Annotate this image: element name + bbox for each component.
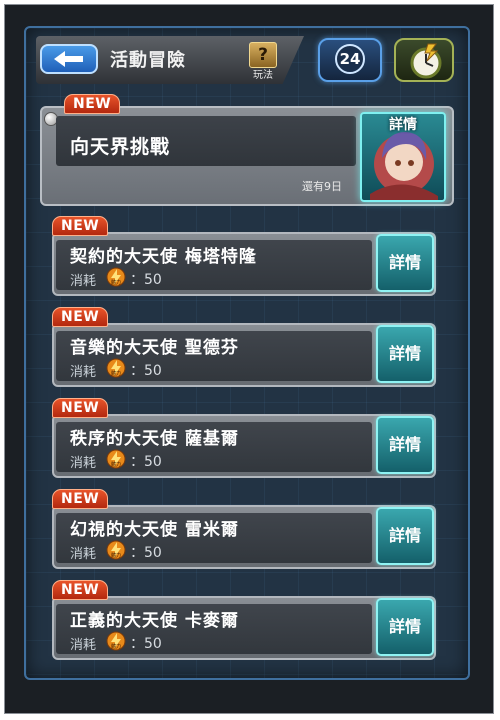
cost-label: 消耗	[70, 638, 97, 653]
cost-value: ：50	[130, 636, 162, 652]
quest-name: 秩序的大天使 薩基爾	[70, 429, 239, 449]
svg-text:體力: 體力	[111, 279, 121, 286]
quest-name: 正義的大天使 卡麥爾	[70, 611, 239, 631]
featured-event-name: 向天界挑戰	[70, 136, 171, 158]
stamina-count: 24	[335, 44, 365, 74]
cost-label: 消耗	[70, 365, 97, 380]
new-badge: NEW	[52, 307, 109, 327]
new-badge: NEW	[64, 94, 121, 114]
new-badge: NEW	[52, 489, 109, 509]
remaining-days: 還有9日	[302, 180, 342, 193]
featured-detail-label: 詳情	[389, 117, 417, 133]
quest-card[interactable]: NEW 契約的大天使 梅塔特隆 消耗 體力 ：50 詳情	[48, 216, 444, 298]
clock-icon	[410, 43, 442, 79]
svg-text:體力: 體力	[111, 552, 121, 559]
detail-button[interactable]: 詳情	[376, 416, 434, 474]
svg-text:體力: 體力	[111, 370, 121, 377]
cost-label: 消耗	[70, 547, 97, 562]
stamina-icon: 體力	[106, 631, 126, 651]
quest-card[interactable]: NEW 音樂的大天使 聖德芬 消耗 體力 ：50 詳情	[48, 307, 444, 389]
cost-value: ：50	[130, 454, 162, 470]
detail-button[interactable]: 詳情	[376, 325, 434, 383]
quest-card[interactable]: NEW 幻視的大天使 雷米爾 消耗 體力 ：50 詳情	[48, 489, 444, 571]
stamina-icon: 體力	[106, 540, 126, 560]
rules-button[interactable]: ? 玩法	[246, 42, 280, 81]
quest-name: 契約的大天使 梅塔特隆	[70, 247, 257, 267]
new-badge: NEW	[52, 580, 109, 600]
new-badge: NEW	[52, 216, 109, 236]
back-button[interactable]	[40, 44, 98, 74]
rules-label: 玩法	[253, 70, 273, 81]
stamina-icon: 體力	[106, 267, 126, 287]
cost-label: 消耗	[70, 274, 97, 289]
quest-name: 音樂的大天使 聖德芬	[70, 338, 239, 358]
new-badge: NEW	[52, 398, 109, 418]
stamina-button[interactable]: 24	[318, 38, 382, 82]
svg-text:體力: 體力	[111, 461, 121, 468]
help-icon: ?	[249, 42, 277, 68]
detail-button[interactable]: 詳情	[376, 234, 434, 292]
cost-label: 消耗	[70, 456, 97, 471]
detail-button[interactable]: 詳情	[376, 507, 434, 565]
cost-value: ：50	[130, 545, 162, 561]
cost-value: ：50	[130, 272, 162, 288]
detail-button[interactable]: 詳情	[376, 598, 434, 656]
featured-event-card[interactable]: NEW 向天界挑戰 還有9日 詳情	[40, 94, 454, 206]
quest-card[interactable]: NEW 秩序的大天使 薩基爾 消耗 體力 ：50 詳情	[48, 398, 444, 480]
quest-name: 幻視的大天使 雷米爾	[70, 520, 239, 540]
quest-card[interactable]: NEW 正義的大天使 卡麥爾 消耗 體力 ：50 詳情	[48, 580, 444, 662]
stamina-icon: 體力	[106, 358, 126, 378]
featured-detail-button[interactable]: 詳情	[360, 112, 446, 202]
clock-button[interactable]	[394, 38, 454, 82]
page-title: 活動冒險	[110, 50, 186, 71]
cost-value: ：50	[130, 363, 162, 379]
svg-text:體力: 體力	[111, 643, 121, 650]
stamina-icon: 體力	[106, 449, 126, 469]
back-arrow-icon	[54, 51, 83, 67]
